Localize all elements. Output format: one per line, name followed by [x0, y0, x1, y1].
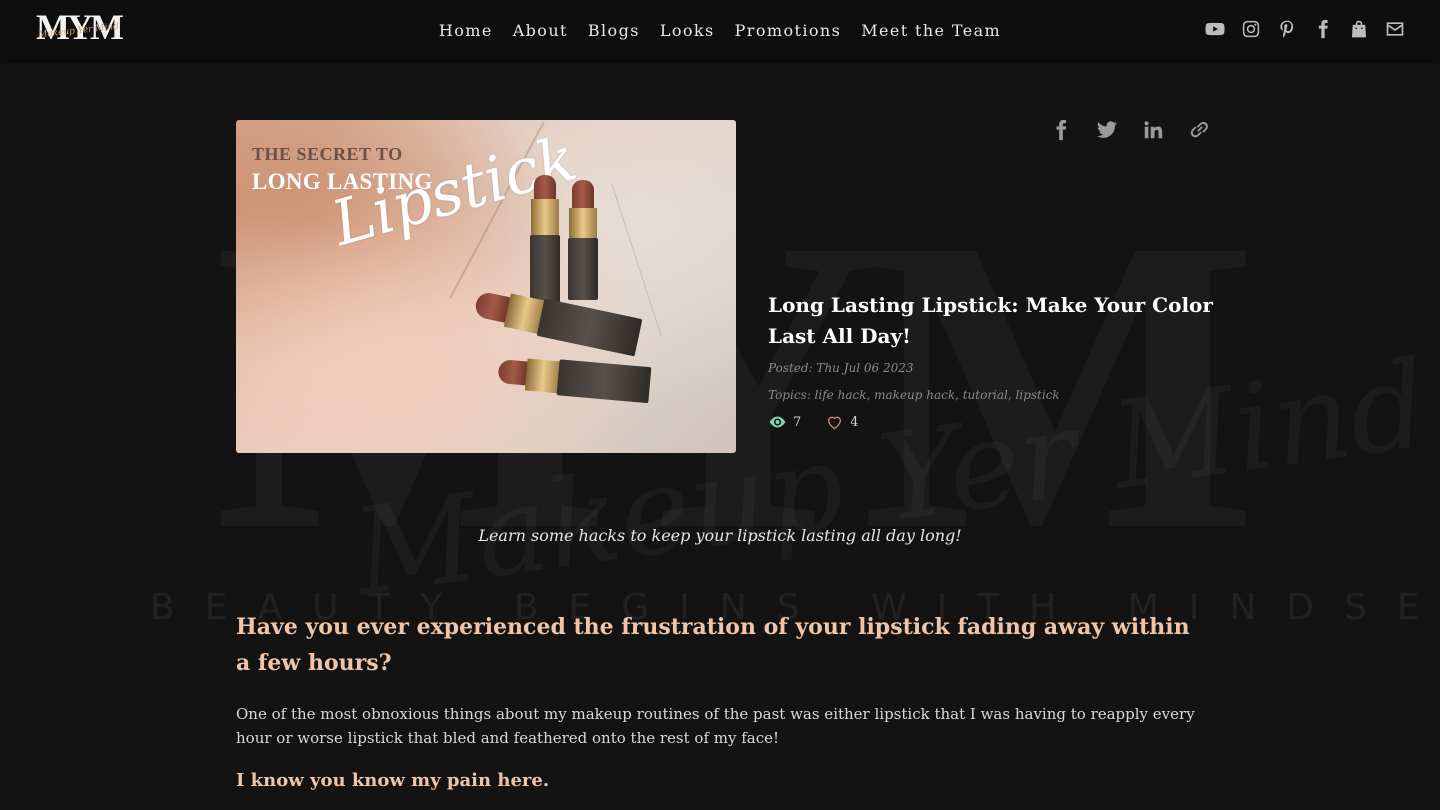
like-count[interactable]: 4: [825, 414, 859, 430]
article-subheading: I know you know my pain here.: [236, 770, 550, 791]
site-logo[interactable]: MYM Makeup Yer Mind: [36, 8, 132, 48]
post-hero-image: THE SECRET TO LONG LASTING Lipstick: [236, 120, 736, 453]
facebook-icon[interactable]: [1312, 18, 1334, 40]
like-count-value: 4: [850, 414, 859, 430]
pinterest-icon[interactable]: [1276, 18, 1298, 40]
article-heading: Have you ever experienced the frustratio…: [236, 614, 1190, 676]
post-topics: Topics: life hack, makeup hack, tutorial…: [768, 388, 1060, 402]
nav-promotions[interactable]: Promotions: [735, 21, 842, 40]
nav-looks[interactable]: Looks: [660, 21, 715, 40]
header-social-links: [1204, 18, 1406, 40]
nav-home[interactable]: Home: [439, 21, 493, 40]
link-icon[interactable]: [1186, 118, 1212, 142]
hero-text-line1: THE SECRET TO: [252, 144, 403, 164]
facebook-icon[interactable]: [1048, 118, 1074, 142]
view-count: 7: [768, 414, 801, 430]
article-paragraph: One of the most obnoxious things about m…: [236, 705, 1195, 747]
eye-icon: [769, 416, 786, 428]
nav-about[interactable]: About: [513, 21, 568, 40]
shopping-bag-icon[interactable]: [1348, 18, 1370, 40]
post-date: Posted: Thu Jul 06 2023: [768, 361, 914, 375]
envelope-icon[interactable]: [1384, 18, 1406, 40]
post-intro: Learn some hacks to keep your lipstick l…: [478, 526, 962, 545]
youtube-icon[interactable]: [1204, 18, 1226, 40]
instagram-icon[interactable]: [1240, 18, 1262, 40]
post-title: Long Lasting Lipstick: Make Your Color L…: [768, 293, 1213, 348]
lipstick-illustration: [566, 180, 602, 310]
share-links: [1048, 118, 1212, 142]
view-count-value: 7: [793, 414, 802, 430]
heart-icon[interactable]: [825, 414, 844, 430]
twitter-icon[interactable]: [1094, 118, 1120, 142]
nav-meet-the-team[interactable]: Meet the Team: [861, 21, 1001, 40]
top-navigation-bar: MYM Makeup Yer Mind Home About Blogs Loo…: [0, 0, 1440, 60]
linkedin-icon[interactable]: [1140, 118, 1166, 142]
post-stats: 7 4: [768, 414, 859, 430]
nav-blogs[interactable]: Blogs: [588, 21, 640, 40]
